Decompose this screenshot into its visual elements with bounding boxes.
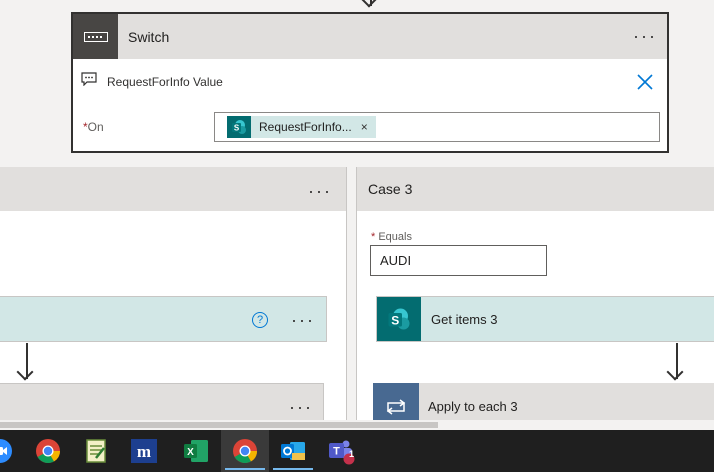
switch-title: Switch	[128, 28, 170, 45]
svg-text:S: S	[234, 124, 240, 133]
on-field-label: *On	[83, 120, 104, 134]
help-icon[interactable]: ?	[252, 312, 268, 328]
svg-text:X: X	[187, 447, 194, 458]
comment-text: RequestForInfo Value	[107, 74, 223, 89]
left-action2-more-menu[interactable]: ···	[289, 398, 313, 416]
svg-text:S: S	[391, 313, 399, 327]
apply-to-each-label: Apply to each 3	[428, 399, 518, 414]
case-3-header[interactable]: Case 3	[357, 167, 714, 211]
svg-text:T: T	[333, 446, 340, 458]
case-left-more-menu[interactable]: ···	[308, 182, 332, 200]
switch-header[interactable]: Switch ···	[73, 14, 667, 59]
switch-icon	[73, 14, 118, 59]
chrome-icon[interactable]	[24, 430, 72, 472]
comment-row[interactable]: RequestForInfo Value	[81, 72, 223, 91]
zoom-icon[interactable]	[0, 430, 24, 472]
flow-designer-canvas: Switch ··· RequestForInfo Value *On S Re…	[0, 0, 714, 430]
left-action-more-menu[interactable]: ···	[291, 311, 315, 329]
case-3-title: Case 3	[368, 181, 413, 197]
get-items-label: Get items 3	[431, 311, 498, 327]
svg-text:m: m	[137, 442, 151, 461]
sharepoint-icon: S	[227, 116, 251, 138]
windows-taskbar: m X T 1	[0, 430, 714, 472]
monday-icon[interactable]: m	[120, 430, 168, 472]
horizontal-scrollbar[interactable]	[0, 420, 714, 430]
connector-arrow	[676, 343, 678, 379]
connector-arrow	[26, 343, 28, 379]
on-input-field[interactable]: S RequestForInfo... ×	[214, 112, 660, 142]
dynamic-content-token[interactable]: S RequestForInfo... ×	[227, 116, 376, 138]
switch-action-card[interactable]: Switch ··· RequestForInfo Value *On S Re…	[71, 12, 669, 153]
excel-icon[interactable]: X	[172, 430, 220, 472]
comment-icon	[81, 72, 97, 91]
connector-arrow	[370, 0, 372, 6]
chrome-icon[interactable]	[221, 430, 269, 472]
outlook-icon[interactable]	[269, 430, 317, 472]
teams-badge: 1	[348, 449, 354, 459]
close-icon[interactable]	[637, 72, 653, 94]
notepad-icon[interactable]	[72, 430, 120, 472]
scrollbar-thumb[interactable]	[0, 422, 438, 428]
token-remove-button[interactable]: ×	[361, 120, 368, 134]
left-action-card[interactable]: ? ···	[0, 296, 327, 342]
get-items-action-card[interactable]: S Get items 3	[376, 296, 714, 342]
teams-icon[interactable]: T 1	[317, 430, 365, 472]
case-left-header[interactable]: ···	[0, 167, 346, 211]
switch-more-menu[interactable]: ···	[633, 27, 657, 45]
equals-label: * Equals	[371, 231, 412, 243]
token-label: RequestForInfo...	[259, 120, 352, 134]
equals-input[interactable]: AUDI	[370, 245, 547, 276]
sharepoint-icon: S	[377, 297, 421, 341]
